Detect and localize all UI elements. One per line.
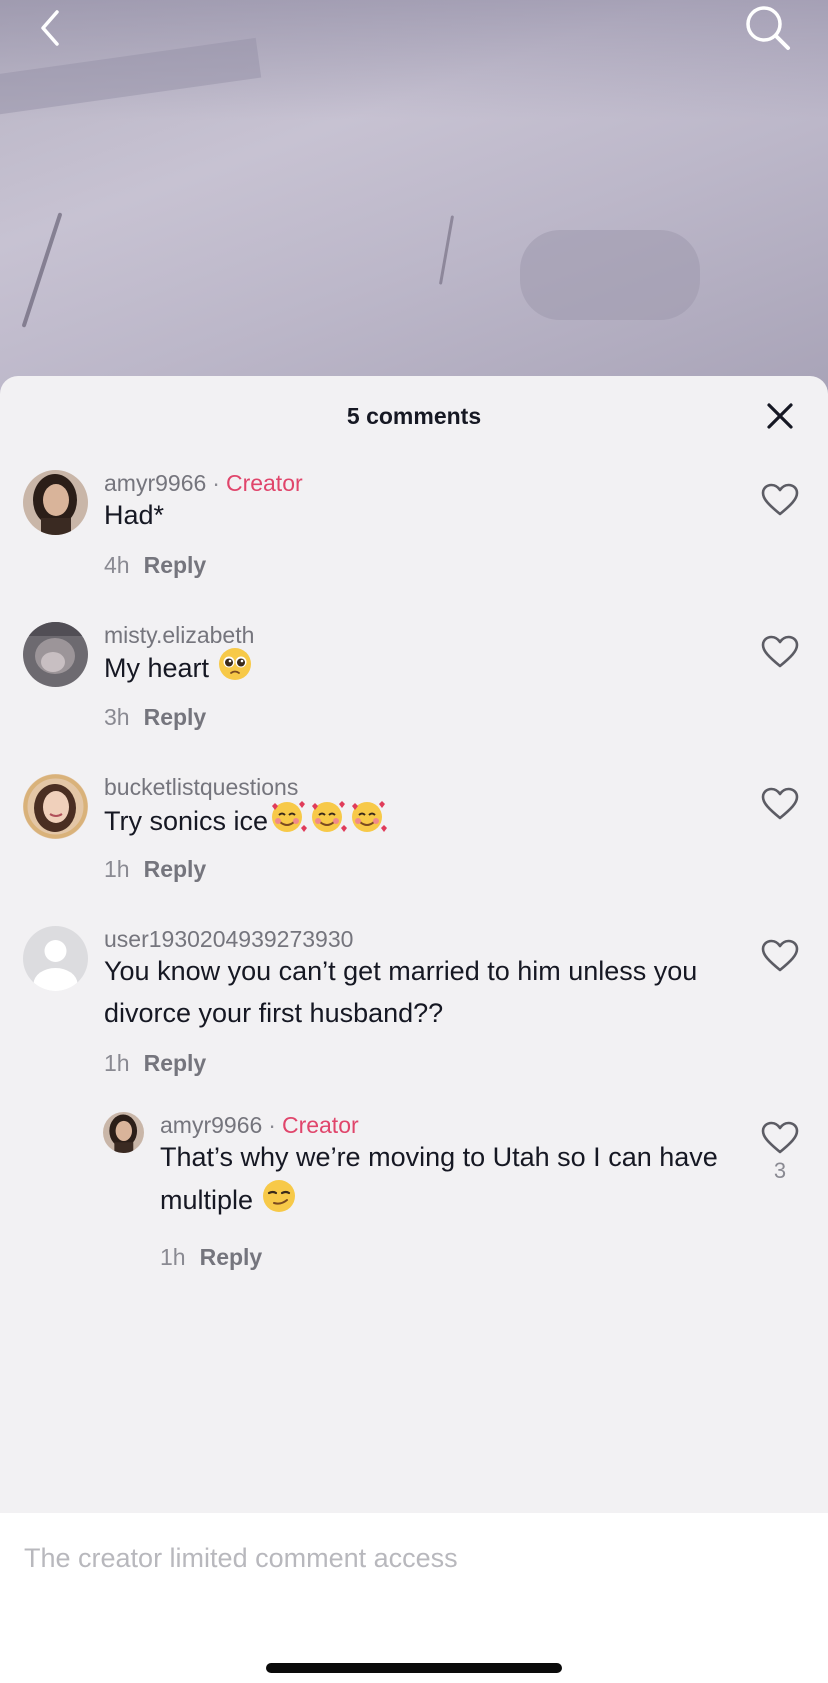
back-button[interactable] [22, 0, 78, 56]
default-avatar-icon [23, 926, 88, 991]
heart-icon [761, 939, 799, 972]
reply-button[interactable]: Reply [144, 552, 207, 578]
like-button[interactable] [758, 936, 802, 976]
reply-button[interactable]: Reply [144, 1050, 207, 1076]
comment-item: bucketlistquestions Try sonics ice 1h Re… [0, 774, 828, 894]
like-button[interactable] [758, 480, 802, 520]
avatar[interactable] [23, 622, 88, 687]
video-background[interactable] [0, 0, 828, 400]
avatar-image [103, 1112, 144, 1153]
heart-icon [761, 483, 799, 516]
like-button[interactable] [758, 632, 802, 672]
comment-username-line: amyr9966 · Creator [104, 470, 303, 497]
comment-text-content: Try sonics ice [104, 806, 269, 837]
comment-username[interactable]: bucketlistquestions [104, 774, 298, 800]
comment-username[interactable]: amyr9966 [160, 1112, 262, 1138]
pleading-face-emoji [217, 646, 253, 694]
comment-meta: 1h Reply [104, 1050, 206, 1077]
comment-time: 1h [104, 856, 130, 882]
heart-icon [761, 635, 799, 668]
comment-username-line: user1930204939273930 [104, 926, 353, 953]
avatar-image [23, 470, 88, 535]
reply-button[interactable]: Reply [144, 856, 207, 882]
avatar-image [23, 622, 88, 687]
avatar[interactable] [23, 774, 88, 839]
sheet-header: 5 comments [0, 376, 828, 456]
like-count: 3 [773, 1158, 787, 1183]
comment-meta: 1h Reply [160, 1244, 262, 1271]
close-button[interactable] [760, 396, 800, 436]
smiling-face-with-hearts-emoji [268, 798, 388, 848]
comment-text: You know you can’t get married to him un… [104, 956, 698, 1028]
comment-time: 1h [104, 1050, 130, 1076]
limited-comment-notice: The creator limited comment access [24, 1543, 458, 1573]
comment-text-content: My heart [104, 653, 210, 684]
comment-meta: 1h Reply [104, 856, 206, 883]
comment-time: 3h [104, 704, 130, 730]
comment-username[interactable]: user1930204939273930 [104, 926, 353, 952]
creator-badge: Creator [225, 470, 303, 496]
creator-badge: Creator [281, 1112, 359, 1138]
chevron-left-icon [41, 10, 59, 46]
comment-text: Try sonics ice [104, 798, 724, 848]
comment-item: user1930204939273930 You know you can’t … [0, 926, 828, 1086]
reply-button[interactable]: Reply [200, 1244, 263, 1270]
comment-username[interactable]: amyr9966 [104, 470, 206, 496]
reply-comment-item: amyr9966 · Creator That’s why we’re moving… [0, 1112, 828, 1282]
comment-text: That’s why we’re moving to Utah so I can… [160, 1136, 720, 1226]
smirking-face-emoji [261, 1178, 297, 1226]
avatar[interactable] [103, 1112, 144, 1153]
comment-item: misty.elizabeth My heart 3h Reply [0, 622, 828, 742]
comment-meta: 3h Reply [104, 704, 206, 731]
separator-dot: · [212, 470, 220, 496]
comment-text: My heart [104, 646, 724, 694]
search-icon [746, 6, 790, 50]
close-icon [767, 403, 793, 429]
home-indicator[interactable] [266, 1663, 562, 1673]
comment-item: amyr9966 · Creator Had* 4h Reply [0, 470, 828, 590]
video-shape [520, 230, 700, 320]
heart-icon [761, 787, 799, 820]
video-shape [21, 212, 63, 328]
comment-text-content: That’s why we’re moving to Utah so I can… [160, 1142, 718, 1216]
comment-text: Had* [104, 500, 165, 530]
comment-meta: 4h Reply [104, 552, 206, 579]
comment-username-line: bucketlistquestions [104, 774, 298, 801]
reply-button[interactable]: Reply [144, 704, 207, 730]
like-button[interactable] [758, 1118, 802, 1158]
separator-dot: · [268, 1112, 276, 1138]
avatar-placeholder[interactable] [23, 926, 88, 991]
comment-username-line: misty.elizabeth [104, 622, 254, 649]
avatar-image [23, 774, 88, 839]
comment-input-footer: The creator limited comment access [0, 1513, 828, 1683]
like-button[interactable] [758, 784, 802, 824]
comments-count-title: 5 comments [346, 402, 482, 429]
search-button[interactable] [740, 0, 796, 56]
comments-sheet: 5 comments amyr9966 · Creator Had* 4h Reply [0, 376, 828, 1513]
heart-icon [761, 1121, 799, 1154]
comment-time: 4h [104, 552, 130, 578]
avatar[interactable] [23, 470, 88, 535]
video-shape [438, 215, 455, 285]
comment-time: 1h [160, 1244, 186, 1270]
comment-username[interactable]: misty.elizabeth [104, 622, 254, 648]
comment-username-line: amyr9966 · Creator [160, 1112, 359, 1139]
